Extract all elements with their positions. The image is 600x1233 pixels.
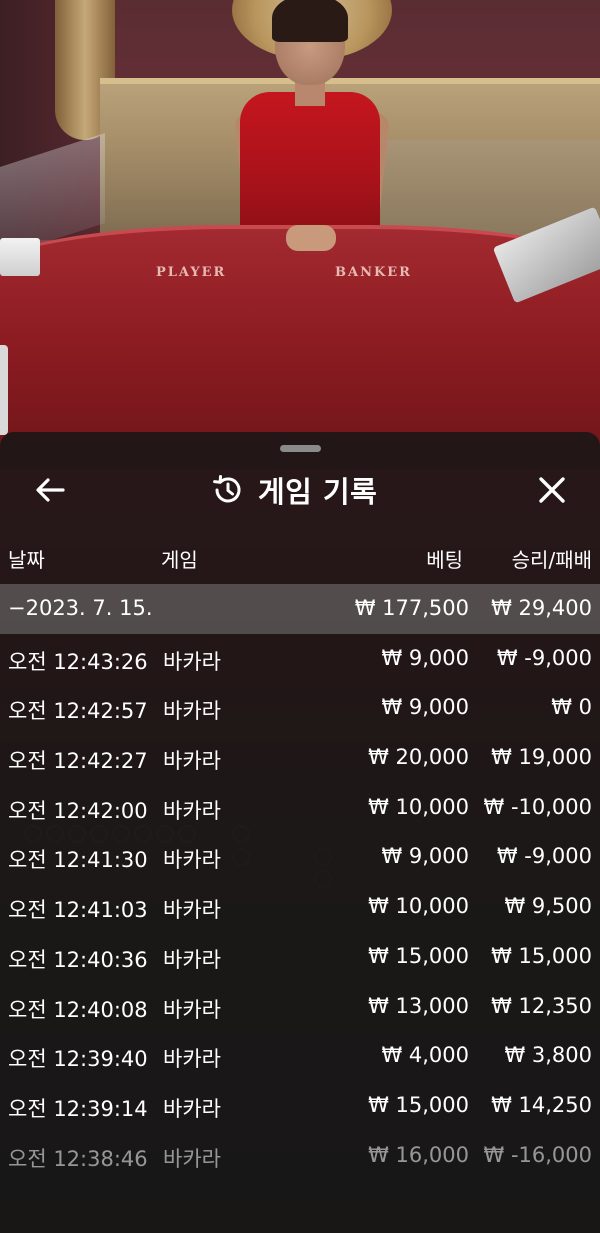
close-button[interactable]: [530, 470, 574, 510]
dealer-hands: [286, 225, 336, 251]
row-bet: ₩ 15,000: [368, 943, 469, 968]
row-time: 오전 12:38:46: [8, 1146, 148, 1171]
row-win-loss: ₩ 19,000: [491, 745, 592, 770]
row-bet: ₩ 16,000: [368, 1142, 469, 1167]
close-icon: [539, 477, 565, 503]
history-row[interactable]: 오전 12:43:26 바카라 ₩ 9,000 ₩ -9,000: [0, 634, 600, 684]
row-win-loss: ₩ -10,000: [483, 794, 593, 819]
row-bet: ₩ 9,000: [381, 695, 469, 720]
row-game: 바카라: [163, 1096, 221, 1121]
summary-date: −2023. 7. 15.: [8, 596, 153, 620]
row-time: 오전 12:40:36: [8, 947, 148, 972]
row-game: 바카라: [163, 848, 221, 873]
row-game: 바카라: [163, 1047, 221, 1072]
column-header-date: 날짜: [8, 548, 45, 572]
row-win-loss: ₩ 12,350: [491, 993, 592, 1018]
row-bet: ₩ 9,000: [381, 645, 469, 670]
row-game: 바카라: [163, 997, 221, 1022]
history-row[interactable]: 오전 12:40:36 바카라 ₩ 15,000 ₩ 15,000: [0, 932, 600, 982]
row-time: 오전 12:39:40: [8, 1047, 148, 1072]
row-game: 바카라: [163, 699, 221, 724]
card-stack: [0, 238, 40, 276]
history-row[interactable]: 오전 12:38:46 바카라 ₩ 16,000 ₩ -16,000: [0, 1131, 600, 1181]
row-win-loss: ₩ 0: [551, 695, 592, 720]
row-win-loss: ₩ 14,250: [491, 1092, 592, 1117]
back-button[interactable]: [30, 470, 70, 510]
summary-bet-total: ₩ 177,500: [354, 596, 469, 620]
row-bet: ₩ 9,000: [381, 844, 469, 869]
history-row[interactable]: 오전 12:39:40 바카라 ₩ 4,000 ₩ 3,800: [0, 1031, 600, 1081]
row-bet: ₩ 10,000: [368, 894, 469, 919]
history-list: −2023. 7. 15. ₩ 177,500 ₩ 29,400 오전 12:4…: [0, 584, 600, 1180]
row-time: 오전 12:42:27: [8, 749, 148, 774]
history-row[interactable]: 오전 12:41:30 바카라 ₩ 9,000 ₩ -9,000: [0, 832, 600, 882]
row-time: 오전 12:42:57: [8, 699, 148, 724]
game-history-sheet: 게임 기록 날짜 게임 베팅 승리/패배 −2023. 7. 15. ₩ 177…: [0, 432, 600, 1233]
history-icon: [213, 475, 241, 503]
row-bet: ₩ 15,000: [368, 1092, 469, 1117]
column-header-win-loss: 승리/패배: [511, 548, 592, 572]
column-header-game: 게임: [161, 548, 198, 572]
history-row[interactable]: 오전 12:42:00 바카라 ₩ 10,000 ₩ -10,000: [0, 783, 600, 833]
row-time: 오전 12:42:00: [8, 798, 148, 823]
history-row[interactable]: 오전 12:40:08 바카라 ₩ 13,000 ₩ 12,350: [0, 982, 600, 1032]
row-bet: ₩ 20,000: [368, 745, 469, 770]
row-bet: ₩ 13,000: [368, 993, 469, 1018]
row-time: 오전 12:43:26: [8, 649, 148, 674]
row-game: 바카라: [163, 798, 221, 823]
row-time: 오전 12:39:14: [8, 1096, 148, 1121]
side-drawer-tab[interactable]: [0, 345, 8, 435]
sheet-header: 게임 기록: [0, 462, 600, 512]
row-game: 바카라: [163, 898, 221, 923]
row-game: 바카라: [163, 947, 221, 972]
table-label-banker: BANKER: [335, 265, 412, 280]
row-game: 바카라: [163, 1146, 221, 1171]
row-time: 오전 12:41:03: [8, 898, 148, 923]
row-time: 오전 12:40:08: [8, 997, 148, 1022]
history-row[interactable]: 오전 12:39:14 바카라 ₩ 15,000 ₩ 14,250: [0, 1081, 600, 1131]
dealer-hair: [272, 0, 348, 42]
row-win-loss: ₩ 9,500: [504, 894, 592, 919]
history-row[interactable]: 오전 12:42:57 바카라 ₩ 9,000 ₩ 0: [0, 683, 600, 733]
sheet-title: 게임 기록: [258, 475, 378, 509]
dealer-dress: [240, 92, 380, 242]
row-time: 오전 12:41:30: [8, 848, 148, 873]
sheet-drag-handle[interactable]: [280, 445, 321, 452]
row-bet: ₩ 10,000: [368, 794, 469, 819]
row-game: 바카라: [163, 649, 221, 674]
row-win-loss: ₩ 15,000: [491, 943, 592, 968]
row-win-loss: ₩ 3,800: [504, 1043, 592, 1068]
row-win-loss: ₩ -9,000: [496, 844, 592, 869]
row-bet: ₩ 4,000: [381, 1043, 469, 1068]
summary-win-loss-total: ₩ 29,400: [491, 596, 592, 620]
date-summary-row[interactable]: −2023. 7. 15. ₩ 177,500 ₩ 29,400: [0, 584, 600, 634]
row-win-loss: ₩ -9,000: [496, 645, 592, 670]
column-header-bet: 베팅: [426, 548, 463, 572]
history-row[interactable]: 오전 12:42:27 바카라 ₩ 20,000 ₩ 19,000: [0, 733, 600, 783]
row-game: 바카라: [163, 749, 221, 774]
table-label-player: PLAYER: [156, 265, 227, 280]
history-column-headers: 날짜 게임 베팅 승리/패배: [0, 542, 600, 572]
history-row[interactable]: 오전 12:41:03 바카라 ₩ 10,000 ₩ 9,500: [0, 882, 600, 932]
sheet-title-group: 게임 기록: [210, 466, 377, 514]
row-win-loss: ₩ -16,000: [483, 1142, 593, 1167]
arrow-left-icon: [36, 478, 65, 502]
